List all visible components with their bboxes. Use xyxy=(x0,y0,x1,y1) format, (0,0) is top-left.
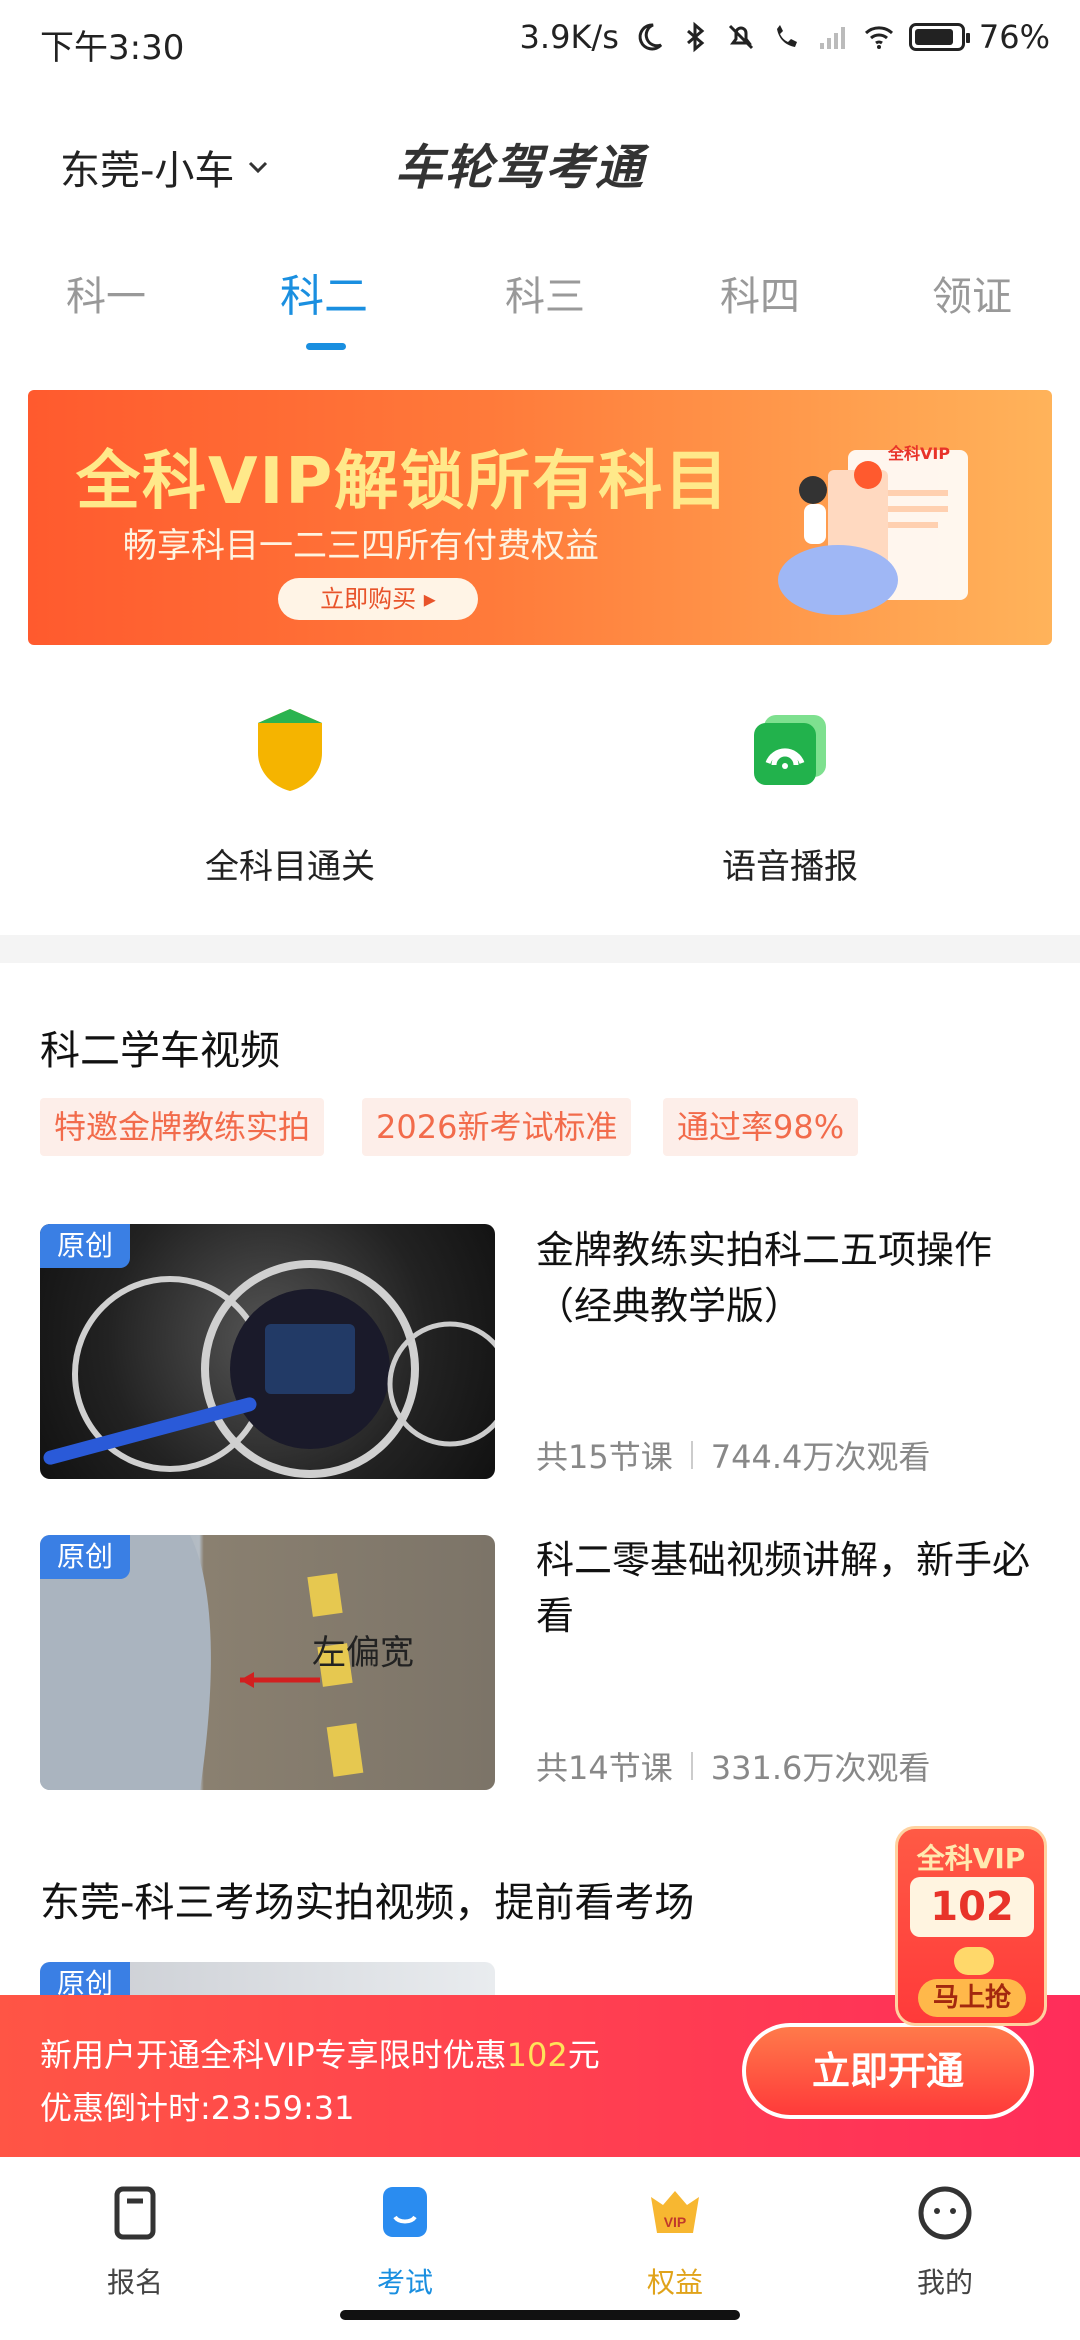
exam-icon xyxy=(383,2187,427,2237)
lesson-count: 共15节课 xyxy=(536,1438,673,1476)
net-speed: 3.9K/s xyxy=(519,18,619,56)
video-thumbnail[interactable]: 原创 xyxy=(40,1224,495,1479)
promo-amount: 102 xyxy=(506,2036,568,2074)
promo-prefix: 新用户开通全科VIP专享限时优惠 xyxy=(40,2036,507,2074)
chip-pass-rate: 通过率98% xyxy=(663,1098,859,1156)
vip-icon: VIP xyxy=(651,2191,699,2233)
countdown-value: 23:59:31 xyxy=(210,2089,355,2127)
feature-label: 语音播报 xyxy=(722,847,858,887)
svg-text:VIP: VIP xyxy=(664,2214,687,2230)
nav-exam[interactable]: 考试 xyxy=(325,2183,485,2301)
feature-all-subjects[interactable]: 全科目通关 xyxy=(160,705,420,888)
original-badge: 原创 xyxy=(40,1224,130,1268)
status-icons: 3.9K/s 76% xyxy=(520,18,1050,56)
tab-ling-zheng[interactable]: 领证 xyxy=(932,264,1012,322)
section2-title: 东莞-科三考场实拍视频，提前看考场 xyxy=(40,1880,695,1926)
broadcast-icon xyxy=(754,715,826,785)
tab-ke-yi[interactable]: 科一 xyxy=(66,264,146,322)
feature-voice-broadcast[interactable]: 语音播报 xyxy=(660,705,920,888)
view-count: 744.4万次观看 xyxy=(710,1438,931,1476)
vip-banner[interactable]: 全科VIP解锁所有科目 畅享科目一二三四所有付费权益 立即购买 ▸ 全科VIP xyxy=(28,390,1052,645)
city-label: 东莞-小车 xyxy=(60,148,235,194)
lesson-count: 共14节课 xyxy=(536,1749,673,1787)
profile-icon xyxy=(918,2186,972,2240)
countdown-label: 优惠倒计时: xyxy=(40,2089,211,2127)
banner-badge: 全科VIP xyxy=(888,444,951,463)
overlay-text: 左偏宽 xyxy=(312,1633,414,1673)
original-badge: 原创 xyxy=(40,1535,130,1579)
home-indicator[interactable] xyxy=(340,2310,740,2320)
tab-ke-si[interactable]: 科四 xyxy=(720,264,800,322)
mute-bell-icon xyxy=(728,24,753,50)
video-title[interactable]: 金牌教练实拍科二五项操作（经典教学版） xyxy=(536,1222,1036,1334)
nav-label: 考试 xyxy=(376,2266,433,2299)
nav-label: 我的 xyxy=(916,2266,973,2299)
activate-now-button[interactable]: 立即开通 xyxy=(742,2023,1034,2119)
status-bar: 下午3:30 3.9K/s 76% xyxy=(0,0,1080,90)
buy-now-button[interactable]: 立即购买 ▸ xyxy=(278,578,478,620)
floating-vip-widget[interactable]: 全科VIP 102 马上抢 xyxy=(895,1826,1047,2026)
fvip-title: 全科VIP xyxy=(916,1842,1026,1875)
nav-benefits[interactable]: VIP 权益 xyxy=(595,2183,755,2301)
city-selector[interactable]: 东莞-小车 xyxy=(60,138,272,196)
banner-subtitle: 畅享科目一二三四所有付费权益 xyxy=(123,526,599,566)
tab-ke-san[interactable]: 科三 xyxy=(505,264,585,322)
video-meta: 共14节课 331.6万次观看 xyxy=(536,1743,930,1789)
section-title: 科二学车视频 xyxy=(40,1028,280,1074)
fvip-amount: 102 xyxy=(910,1877,1034,1937)
section-divider xyxy=(0,935,1080,963)
grab-now-button[interactable]: 马上抢 xyxy=(918,1979,1026,2017)
chip-standard: 2026新考试标准 xyxy=(362,1098,632,1156)
video-meta: 共15节课 744.4万次观看 xyxy=(536,1432,930,1478)
tab-indicator xyxy=(306,343,346,350)
chip-coach: 特邀金牌教练实拍 xyxy=(40,1098,325,1156)
nav-signup[interactable]: 报名 xyxy=(55,2183,215,2301)
battery-level: 76% xyxy=(978,18,1050,56)
moon-icon xyxy=(638,23,662,51)
banner-title: 全科VIP解锁所有科目 xyxy=(76,445,731,519)
nav-label: 权益 xyxy=(646,2266,703,2299)
tab-ke-er[interactable]: 科二 xyxy=(280,260,368,324)
bluetooth-icon xyxy=(686,21,705,53)
nav-profile[interactable]: 我的 xyxy=(865,2183,1025,2301)
promo-countdown: 优惠倒计时:23:59:31 xyxy=(40,2083,355,2129)
signal-icon xyxy=(819,27,845,49)
promo-suffix: 元 xyxy=(567,2036,600,2074)
feature-label: 全科目通关 xyxy=(205,847,375,887)
video-title[interactable]: 科二零基础视频讲解，新手必看 xyxy=(536,1532,1036,1644)
banner-illustration xyxy=(778,450,968,615)
status-time: 下午3:30 xyxy=(40,28,185,68)
coin-icon xyxy=(954,1947,994,1975)
signup-icon xyxy=(114,2186,156,2240)
shield-icon xyxy=(258,709,322,791)
promo-text: 新用户开通全科VIP专享限时优惠102元 xyxy=(40,2030,600,2076)
battery-icon xyxy=(908,23,970,51)
wifi-icon xyxy=(864,26,893,49)
view-count: 331.6万次观看 xyxy=(710,1749,931,1787)
meta-separator xyxy=(690,1441,693,1469)
nav-label: 报名 xyxy=(106,2266,163,2299)
meta-separator xyxy=(690,1752,693,1780)
app-logo: 车轮驾考通 xyxy=(395,140,646,196)
video-thumbnail[interactable]: 左偏宽 原创 xyxy=(40,1535,495,1790)
chevron-down-icon xyxy=(249,161,268,174)
call-icon xyxy=(776,25,797,47)
subject-tabs: 科一 科二 科三 科四 领证 xyxy=(0,250,1080,350)
